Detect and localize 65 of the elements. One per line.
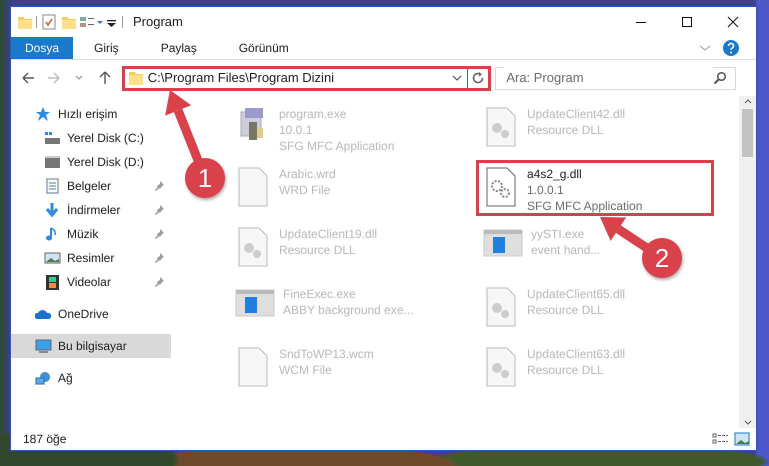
file-name: program.exe xyxy=(279,106,348,122)
view-icon[interactable] xyxy=(79,14,105,30)
file-detail: SFG MFC Application xyxy=(527,198,642,214)
document-icon xyxy=(44,178,61,194)
file-name: a4s2_g.dll xyxy=(527,166,583,182)
drive-icon xyxy=(44,130,61,146)
sidebar-item[interactable]: OneDrive xyxy=(11,302,171,326)
sidebar-item[interactable]: Müzik xyxy=(11,222,171,246)
scrollbar[interactable] xyxy=(739,96,756,428)
large-icons-view-icon[interactable] xyxy=(734,432,750,446)
drive-icon xyxy=(44,154,61,170)
sidebar-item[interactable]: Videolar xyxy=(11,270,171,294)
file-detail: WCM File xyxy=(279,362,333,378)
back-arrow-icon xyxy=(20,70,36,86)
ribbon-tab[interactable]: Görünüm xyxy=(218,37,310,59)
file-detail: SFG MFC Application xyxy=(279,138,394,154)
network-icon xyxy=(35,370,52,386)
sidebar-item[interactable]: Ağ xyxy=(11,366,171,390)
address-path: C:\Program Files\Program Dizini xyxy=(148,69,336,88)
search-field[interactable]: Ara: Program xyxy=(495,66,736,90)
file-detail: WRD File xyxy=(279,182,332,198)
file-detail: Resource DLL xyxy=(279,242,357,258)
ribbon-tab[interactable]: Dosya xyxy=(11,37,74,59)
ribbon-tab[interactable]: Giriş xyxy=(73,37,140,59)
details-view-icon[interactable] xyxy=(712,432,730,446)
forward-arrow-icon xyxy=(46,70,62,86)
window-title: Program xyxy=(133,13,183,32)
sidebar-item[interactable]: Bu bilgisayar xyxy=(11,334,171,358)
close-icon xyxy=(725,15,741,29)
download-icon xyxy=(44,202,61,218)
file-name: UpdateClient42.dll xyxy=(527,106,626,122)
file-name: FineExec.exe xyxy=(283,286,357,302)
file-detail: Resource DLL xyxy=(527,302,605,318)
sidebar-item[interactable]: Hızlı erişim xyxy=(11,102,171,126)
properties-icon[interactable] xyxy=(41,14,57,30)
ribbon-tab[interactable]: Paylaş xyxy=(140,37,218,59)
help-icon[interactable] xyxy=(720,37,742,59)
star-icon xyxy=(35,106,52,122)
image-icon xyxy=(44,250,61,266)
file-name: SndToWP13.wcm xyxy=(279,346,374,362)
sidebar-item[interactable]: Yerel Disk (C:) xyxy=(11,126,171,150)
item-count: 187 öğe xyxy=(23,431,66,448)
address-bar[interactable]: C:\Program Files\Program Dizini xyxy=(122,66,492,90)
sidebar-item[interactable]: İndirmeler xyxy=(11,198,171,222)
computer-icon xyxy=(35,338,52,354)
file-detail: event hand... xyxy=(531,242,600,258)
sidebar-item[interactable]: Belgeler xyxy=(11,174,171,198)
file-detail: Resource DLL xyxy=(527,122,605,138)
file-name: Arabic.wrd xyxy=(279,166,336,182)
file-detail: Resource DLL xyxy=(527,362,605,378)
scroll-thumb[interactable] xyxy=(742,109,753,157)
folder-icon xyxy=(128,70,144,86)
file-item[interactable]: a4s2_g.dll 1.0.0.1 SFG MFC Application xyxy=(476,160,714,216)
sidebar-item[interactable]: Yerel Disk (D:) xyxy=(11,150,171,174)
maximize-icon xyxy=(679,15,695,29)
file-name: UpdateClient65.dll xyxy=(527,286,626,302)
file-name: UpdateClient19.dll xyxy=(279,226,378,242)
film-icon xyxy=(44,274,61,290)
sidebar-item[interactable]: Resimler xyxy=(11,246,171,270)
file-detail: 10.0.1 xyxy=(279,122,314,138)
file-detail: 1.0.0.1 xyxy=(527,182,565,198)
file-detail: ABBY background exe... xyxy=(283,302,414,318)
file-name: yySTI.exe xyxy=(531,226,586,242)
search-icon[interactable] xyxy=(713,71,727,85)
file-name: UpdateClient63.dll xyxy=(527,346,626,362)
